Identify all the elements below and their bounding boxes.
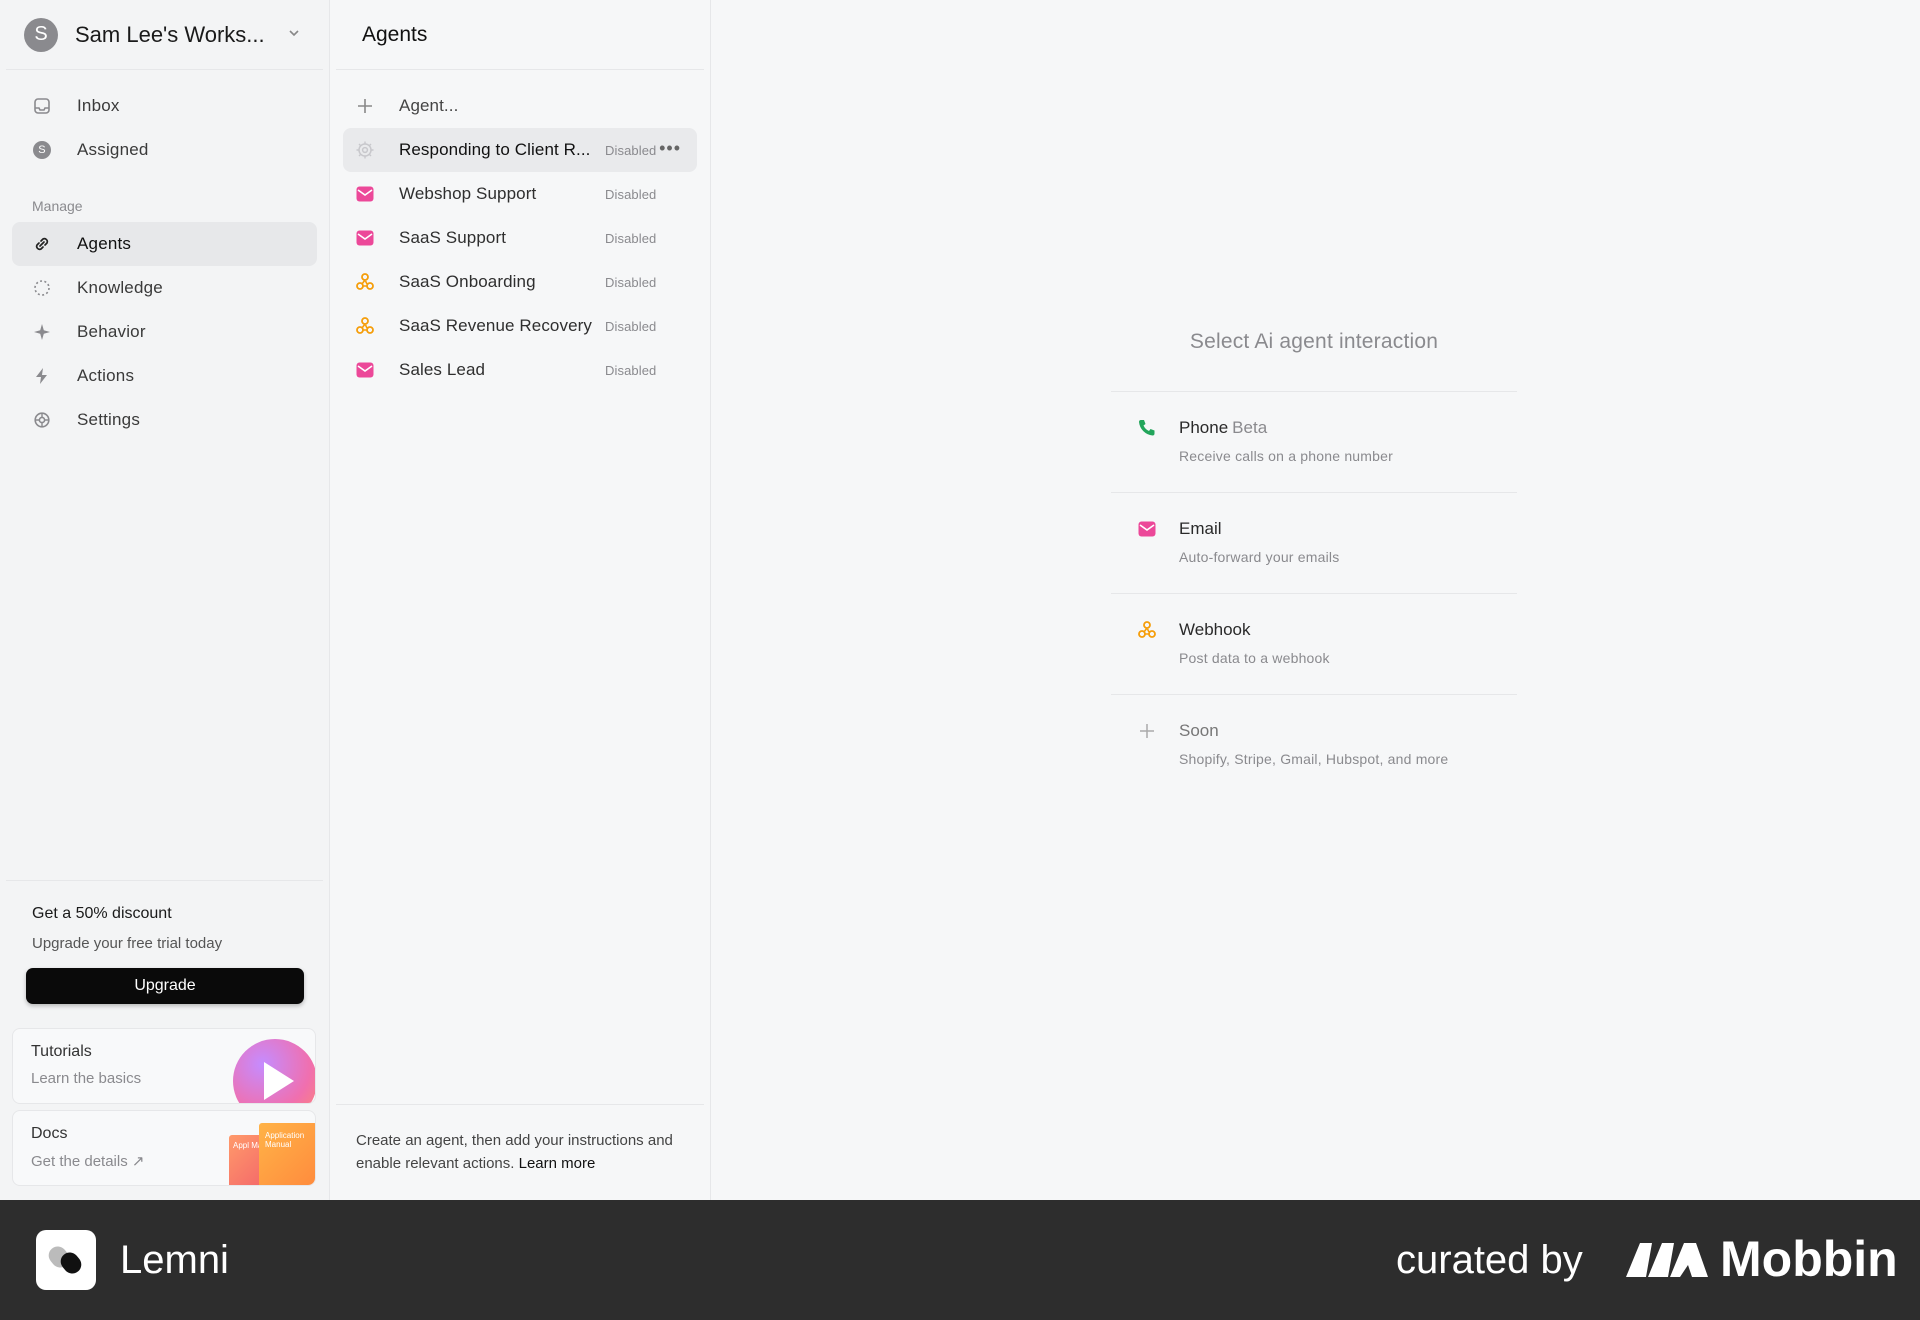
sidebar-item-label: Actions	[77, 366, 135, 385]
chevron-down-icon	[287, 26, 301, 43]
workspace-avatar: S	[24, 17, 58, 52]
sidebar-item-knowledge[interactable]: Knowledge	[12, 266, 317, 310]
agent-item[interactable]: SaaS Onboarding Disabled	[343, 260, 697, 304]
gear-icon	[355, 140, 375, 160]
sidebar-item-agents[interactable]: Agents	[12, 222, 317, 266]
agent-status: Disabled	[605, 230, 657, 246]
sidebar-item-behavior[interactable]: Behavior	[12, 310, 317, 354]
webhook-icon	[355, 272, 375, 292]
workspace-name: Sam Lee's Works...	[75, 21, 265, 47]
option-phone[interactable]: Phone Beta Receive calls on a phone numbe…	[1111, 392, 1517, 493]
sidebar-item-label: Agents	[77, 234, 132, 253]
upgrade-promo: Get a 50% discount Upgrade your free tri…	[6, 880, 323, 1004]
agent-status: Disabled	[605, 186, 657, 202]
agent-status: Disabled	[605, 362, 657, 378]
mobbin-wordmark: Mobbin	[1720, 1231, 1898, 1287]
option-title: Phone Beta	[1179, 418, 1268, 437]
agents-panel: Agents Agent... Responding to Client R..…	[330, 0, 711, 1200]
panel-title: Select Ai agent interaction	[1111, 330, 1517, 392]
main-content: Select Ai agent interaction Phone Beta Re…	[711, 0, 1920, 1200]
app-window: S Sam Lee's Works... Inbox S Assigned Ma…	[0, 0, 1920, 1200]
mobbin-logo: Mobbin	[1626, 1230, 1898, 1288]
gear-icon	[32, 410, 52, 430]
workspace-switcher[interactable]: S Sam Lee's Works...	[6, 0, 323, 70]
option-subtitle: Receive calls on a phone number	[1179, 448, 1393, 464]
email-icon	[355, 184, 375, 204]
sidebar-item-label: Settings	[77, 410, 141, 429]
sidebar-item-actions[interactable]: Actions	[12, 354, 317, 398]
promo-title: Get a 50% discount	[32, 905, 172, 922]
plus-icon	[1137, 721, 1157, 741]
new-agent-button[interactable]: Agent...	[343, 84, 697, 128]
sidebar: S Sam Lee's Works... Inbox S Assigned Ma…	[0, 0, 330, 1200]
agent-name: Responding to Client R...	[399, 140, 591, 159]
more-options-icon[interactable]: •••	[659, 138, 681, 159]
option-subtitle: Shopify, Stripe, Gmail, Hubspot, and mor…	[1179, 751, 1449, 767]
sidebar-item-label: Knowledge	[77, 278, 163, 297]
option-title: Webhook	[1179, 620, 1251, 639]
agent-item[interactable]: Sales Lead Disabled	[343, 348, 697, 392]
agent-name: Webshop Support	[399, 184, 537, 203]
sidebar-item-assigned[interactable]: S Assigned	[12, 128, 317, 172]
option-webhook[interactable]: Webhook Post data to a webhook	[1111, 594, 1517, 695]
agent-status: Disabled	[605, 274, 657, 290]
beta-badge: Beta	[1232, 418, 1268, 437]
webhook-icon	[1137, 620, 1157, 640]
section-label-manage: Manage	[32, 198, 83, 214]
brand-name: Lemni	[120, 1238, 229, 1282]
curated-by-label: curated by	[1396, 1238, 1583, 1282]
phone-icon	[1137, 418, 1157, 438]
manual-thumbnail: Application Manual	[259, 1123, 315, 1185]
agent-name: SaaS Revenue Recovery	[399, 316, 592, 335]
agent-status: Disabled	[605, 142, 657, 158]
option-soon: Soon Shopify, Stripe, Gmail, Hubspot, an…	[1111, 695, 1517, 796]
sidebar-item-label: Inbox	[77, 96, 120, 115]
email-icon	[1137, 519, 1157, 539]
inbox-icon	[32, 96, 52, 116]
agents-title: Agents	[336, 0, 704, 70]
option-subtitle: Post data to a webhook	[1179, 650, 1330, 666]
agent-item[interactable]: Webshop Support Disabled	[343, 172, 697, 216]
agent-item[interactable]: SaaS Revenue Recovery Disabled	[343, 304, 697, 348]
option-title: Soon	[1179, 721, 1219, 740]
new-agent-label: Agent...	[399, 96, 459, 115]
webhook-icon	[355, 316, 375, 336]
upgrade-button[interactable]: Upgrade	[26, 968, 304, 1004]
docs-card[interactable]: Docs Get the details ↗ Appl Man Applicat…	[12, 1110, 316, 1186]
email-icon	[355, 360, 375, 380]
agent-list: Agent... Responding to Client R... Disab…	[330, 70, 710, 392]
email-icon	[355, 228, 375, 248]
plus-icon	[355, 96, 375, 116]
help-text: Create an agent, then add your instructi…	[356, 1132, 673, 1172]
tutorials-card[interactable]: Tutorials Learn the basics	[12, 1028, 316, 1104]
sidebar-item-label: Assigned	[77, 140, 149, 159]
option-email[interactable]: Email Auto-forward your emails	[1111, 493, 1517, 594]
interaction-selector: Select Ai agent interaction Phone Beta Re…	[1111, 330, 1517, 796]
agent-item[interactable]: SaaS Support Disabled	[343, 216, 697, 260]
sparkle-icon	[32, 322, 52, 342]
agent-item[interactable]: Responding to Client R... Disabled •••	[343, 128, 697, 172]
agent-name: Sales Lead	[399, 360, 486, 379]
dotted-circle-icon	[32, 278, 52, 298]
option-subtitle: Auto-forward your emails	[1179, 549, 1340, 565]
avatar-s-icon: S	[32, 140, 52, 160]
curation-footer: Lemni curated by Mobbin	[0, 1200, 1920, 1320]
lemni-logo	[36, 1230, 96, 1290]
promo-subtitle: Upgrade your free trial today	[32, 935, 223, 952]
sidebar-item-label: Behavior	[77, 322, 146, 341]
link-icon	[32, 234, 52, 254]
sidebar-item-settings[interactable]: Settings	[12, 398, 317, 442]
agent-status: Disabled	[605, 318, 657, 334]
lightning-icon	[32, 366, 52, 386]
sidebar-item-inbox[interactable]: Inbox	[12, 84, 317, 128]
agent-name: SaaS Onboarding	[399, 272, 536, 291]
agents-help-text: Create an agent, then add your instructi…	[336, 1104, 704, 1175]
learn-more-link[interactable]: Learn more	[519, 1155, 596, 1172]
agent-name: SaaS Support	[399, 228, 507, 247]
option-title: Email	[1179, 519, 1222, 538]
